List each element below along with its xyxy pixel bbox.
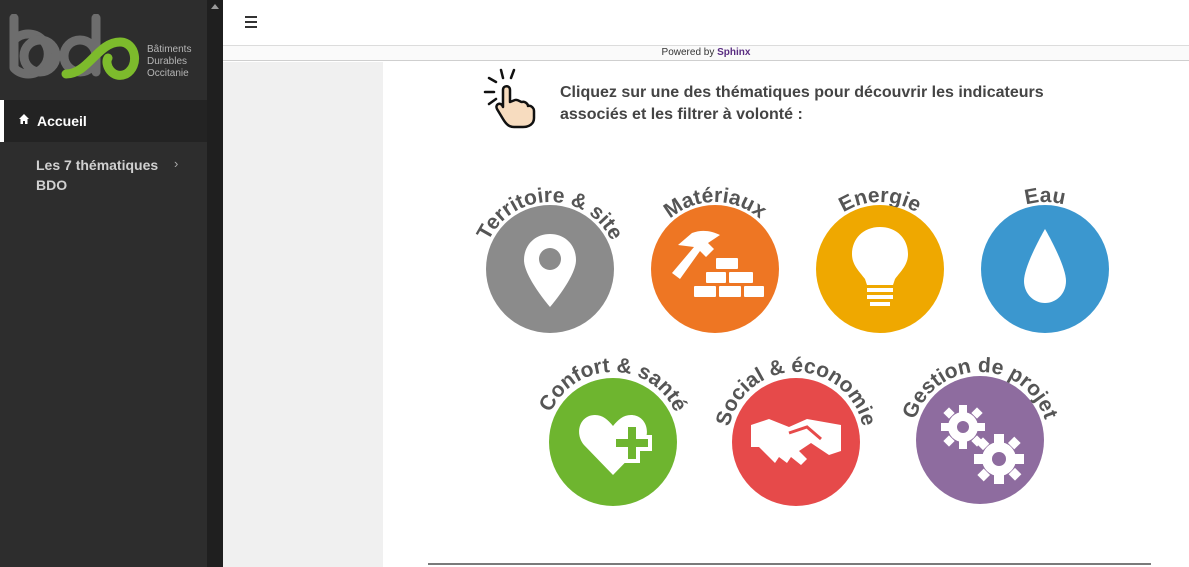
- intro-text: Cliquez sur une des thématiques pour déc…: [560, 84, 1044, 123]
- theme-eau[interactable]: Eau: [960, 177, 1130, 337]
- sidebar-item-label: Accueil: [37, 113, 87, 129]
- left-gutter: [223, 62, 383, 567]
- sidebar: Bâtiments Durables Occitanie Accueil Les…: [0, 0, 207, 567]
- powered-by-banner: Powered by Sphinx: [223, 46, 1189, 61]
- sidebar-scrollbar[interactable]: [207, 0, 223, 567]
- logo-line2: Durables: [147, 56, 187, 67]
- hamburger-icon[interactable]: [245, 13, 263, 31]
- powered-prefix: Powered by: [661, 47, 715, 58]
- sidebar-item-thematiques[interactable]: Les 7 thématiques BDO ›: [0, 153, 207, 201]
- logo-line3: Occitanie: [147, 68, 189, 79]
- home-icon: [19, 114, 29, 124]
- main-content: Cliquez sur une des thématiques pour déc…: [383, 62, 1189, 567]
- logo-line1: Bâtiments: [147, 44, 191, 55]
- theme-territoire-site[interactable]: Territoire & site: [465, 177, 635, 337]
- chevron-right-icon: ›: [174, 156, 179, 171]
- sidebar-item-label: Les 7 thématiques BDO: [36, 157, 159, 193]
- theme-confort-sante[interactable]: Confort & santé: [528, 347, 698, 507]
- tap-hand-icon: [483, 68, 536, 129]
- theme-energie[interactable]: Energie: [795, 177, 965, 337]
- bdo-logo[interactable]: Bâtiments Durables Occitanie: [8, 14, 203, 86]
- top-bar: [223, 0, 1189, 46]
- section-divider: [428, 563, 1151, 565]
- sidebar-item-accueil[interactable]: Accueil: [0, 100, 207, 142]
- powered-brand-link[interactable]: Sphinx: [717, 47, 750, 58]
- theme-materiaux[interactable]: Matériaux: [630, 177, 800, 337]
- theme-gestion-projet[interactable]: Gestion de projet: [895, 347, 1065, 507]
- scroll-up-arrow-icon[interactable]: [211, 4, 219, 9]
- theme-social-economie[interactable]: Social & économie: [711, 347, 881, 507]
